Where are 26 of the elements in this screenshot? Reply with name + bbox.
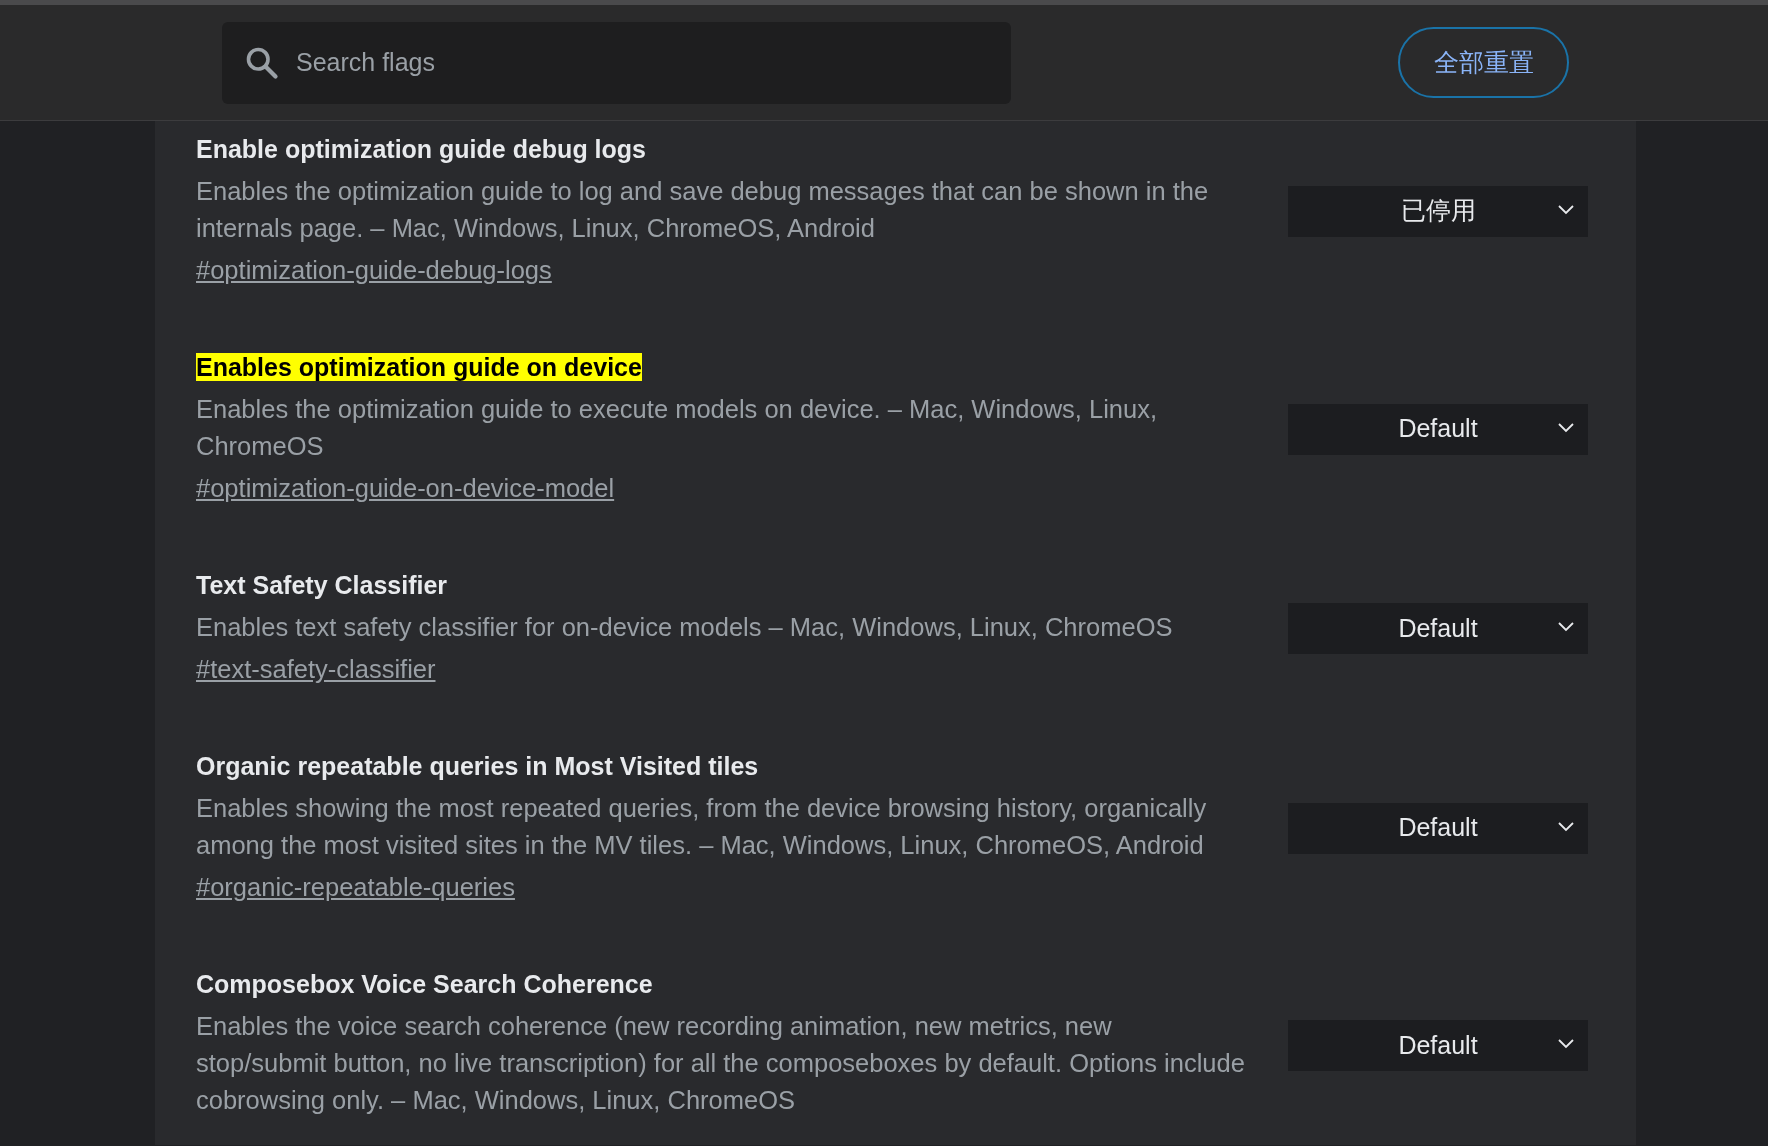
- flag-dropdown[interactable]: Default: [1288, 403, 1588, 455]
- flag-link[interactable]: #text-safety-classifier: [196, 654, 436, 683]
- flag-dropdown[interactable]: Default: [1288, 603, 1588, 654]
- chevron-down-icon: [1558, 821, 1574, 832]
- flag-title: Enables optimization guide on device: [196, 353, 642, 381]
- chevron-down-icon: [1558, 422, 1574, 433]
- search-field[interactable]: Search flags: [222, 21, 1011, 104]
- chevron-down-icon: [1558, 1038, 1574, 1049]
- flag-description: Enables the voice search coherence (new recording animation, new metrics, new stop/submit button, no live transcription) for all the composeboxes by default. Options include cobrowsing only. – Mac, Windows, Linux, ChromeOS: [196, 1010, 1246, 1116]
- flag-title: Enable optimization guide debug logs: [196, 135, 646, 163]
- flag-description: Enables the optimization guide to execute models on device. – Mac, Windows, Linux, ChromeOS: [196, 393, 1159, 462]
- chevron-down-icon: [1558, 622, 1574, 632]
- flag-title: Text Safety Classifier: [196, 571, 448, 599]
- flag-title: Organic repeatable queries in Most Visited tiles: [196, 752, 759, 780]
- flag-dropdown[interactable]: Default: [1288, 802, 1588, 854]
- flag-description: Enables text safety classifier for on-device models – Mac, Windows, Linux, ChromeOS: [196, 611, 1174, 643]
- flag-description: Enables the optimization guide to log and save debug messages that can be shown in the internals page. – Mac, Windows, Linux, ChromeOS, Android: [196, 175, 1210, 244]
- flag-dropdown[interactable]: 已停用: [1288, 185, 1588, 237]
- chevron-down-icon: [1558, 204, 1574, 215]
- flag-link[interactable]: #optimization-guide-debug-logs: [196, 255, 552, 284]
- flag-link[interactable]: #organic-repeatable-queries: [196, 872, 515, 901]
- flag-title: Composebox Voice Search Coherence: [196, 970, 653, 998]
- flag-description: Enables showing the most repeated queries, from the device browsing history, organically among the most visited sites in the MV tiles. – Mac, Windows, Linux, ChromeOS, Android: [196, 792, 1208, 861]
- flag-dropdown[interactable]: Default: [1288, 1019, 1588, 1071]
- reset-all-button[interactable]: 全部重置: [1398, 27, 1569, 98]
- flag-link[interactable]: #optimization-guide-on-device-model: [196, 473, 615, 502]
